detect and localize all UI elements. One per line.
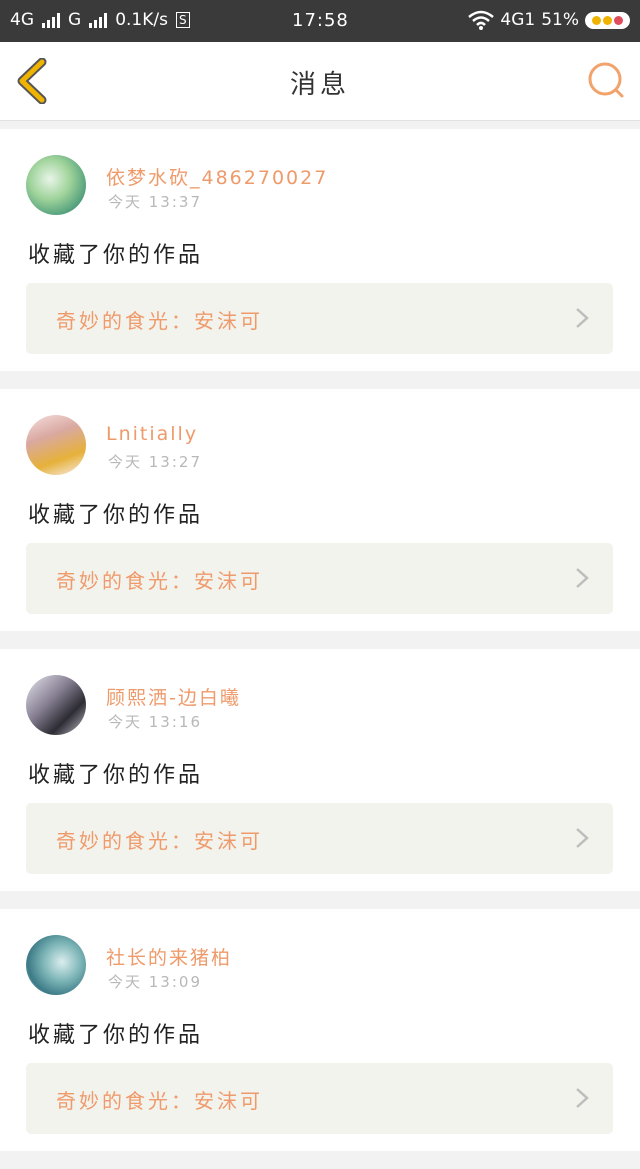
network-speed: 0.1K/s [115,10,168,30]
message-time: 今天 13:37 [108,193,202,211]
chevron-right-icon [576,568,589,588]
chevron-right-icon [576,1088,589,1108]
status-bar-right: 4G1 51% [468,10,630,30]
work-link[interactable]: 奇妙的食光：安沫可 [26,1063,613,1134]
search-icon [588,62,624,98]
avatar[interactable] [26,415,86,475]
work-link[interactable]: 奇妙的食光：安沫可 [26,803,613,874]
work-link[interactable]: 奇妙的食光：安沫可 [26,543,613,614]
message-action: 收藏了你的作品 [28,1023,204,1048]
message-item: Lnitially 今天 13:27 收藏了你的作品 奇妙的食光：安沫可 [0,389,640,631]
message-action: 收藏了你的作品 [28,763,204,788]
battery-percent: 51% [541,10,579,30]
network-type-3: 4G1 [500,10,536,30]
message-action: 收藏了你的作品 [28,243,204,268]
nav-bar: 消息 [0,42,640,121]
username[interactable]: 社长的来猪柏 [106,943,232,970]
message-item: 顾熙洒-边白曦 今天 13:16 收藏了你的作品 奇妙的食光：安沫可 [0,649,640,891]
battery-icon [585,11,630,29]
work-title: 奇妙的食光：安沫可 [56,1089,263,1113]
work-title: 奇妙的食光：安沫可 [56,829,263,853]
search-button[interactable] [586,60,626,100]
network-type-1: 4G [10,10,34,30]
message-list: 依梦水砍_486270027 今天 13:37 收藏了你的作品 奇妙的食光：安沫… [0,129,640,1169]
message-item: 社长的来猪柏 今天 13:09 收藏了你的作品 奇妙的食光：安沫可 [0,909,640,1151]
message-time: 今天 13:16 [108,713,202,731]
sim-icon: S [175,12,190,28]
wifi-icon [468,10,495,30]
avatar[interactable] [26,935,86,995]
status-bar: 4G G 0.1K/s S 17:58 4G1 51% [0,0,640,42]
message-action: 收藏了你的作品 [28,503,204,528]
page-title: 消息 [289,70,350,100]
work-link[interactable]: 奇妙的食光：安沫可 [26,283,613,354]
work-title: 奇妙的食光：安沫可 [56,309,263,333]
signal-icon [89,12,108,28]
username[interactable]: Lnitially [106,423,198,445]
message-item: 依梦水砍_486270027 今天 13:37 收藏了你的作品 奇妙的食光：安沫… [0,129,640,371]
status-time: 17:58 [292,10,349,31]
avatar[interactable] [26,675,86,735]
network-type-2: G [68,10,82,30]
avatar[interactable] [26,155,86,215]
username[interactable]: 顾熙洒-边白曦 [106,683,241,710]
chevron-right-icon [576,308,589,328]
message-time: 今天 13:09 [108,973,202,991]
message-time: 今天 13:27 [108,453,202,471]
signal-icon [42,12,60,28]
status-bar-left: 4G G 0.1K/s S [10,10,190,30]
username[interactable]: 依梦水砍_486270027 [106,163,328,190]
chevron-right-icon [576,828,589,848]
work-title: 奇妙的食光：安沫可 [56,569,263,593]
